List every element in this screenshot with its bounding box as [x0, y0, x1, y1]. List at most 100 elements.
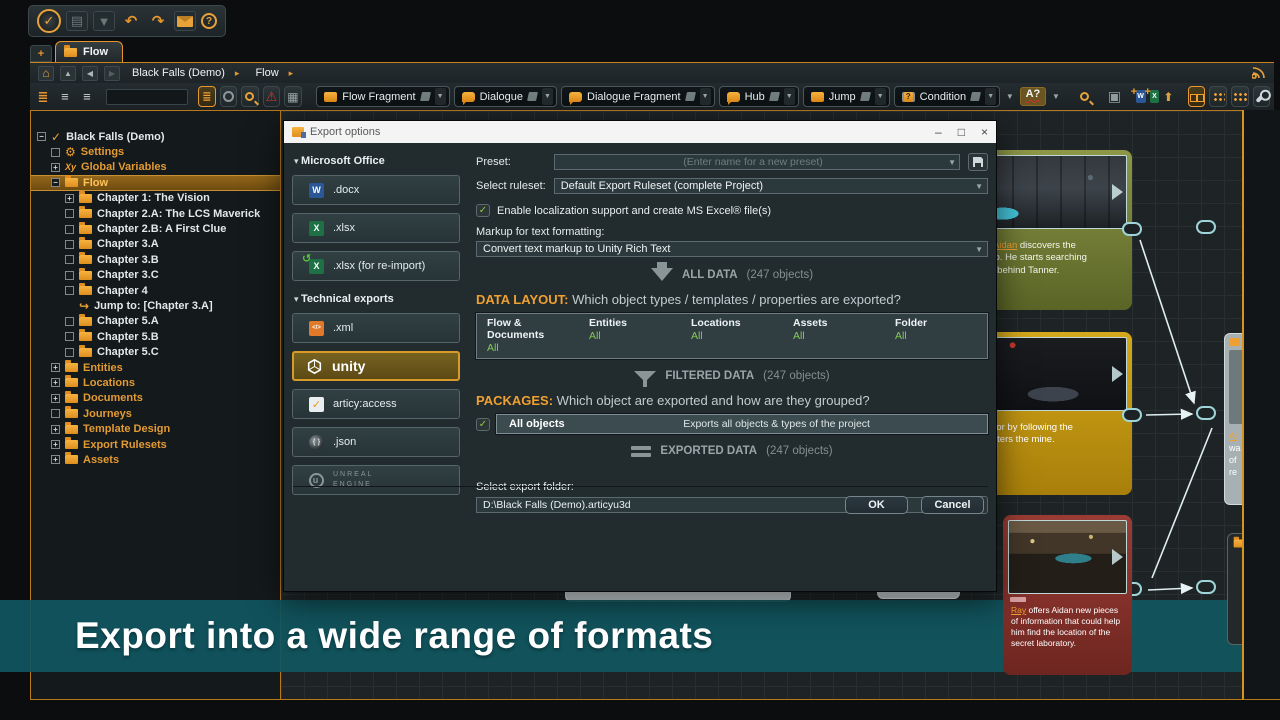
back-button[interactable]: ◀ — [82, 66, 98, 81]
create-condition-button[interactable]: Condition ▼ — [894, 86, 1000, 107]
tree-item-chapter[interactable]: Chapter 3.C — [31, 268, 280, 283]
save-button[interactable]: ▼ — [93, 11, 115, 31]
expander[interactable] — [65, 255, 74, 264]
entity-link[interactable]: Ray — [1011, 605, 1026, 615]
create-dialogue-button[interactable]: Dialogue ▼ — [454, 86, 557, 107]
chevron-down-icon[interactable]: ▼ — [435, 88, 446, 105]
input-pin[interactable] — [1196, 580, 1216, 594]
toolbar-filter-field[interactable] — [106, 89, 188, 105]
checkbox-checked-icon[interactable]: ✓ — [476, 204, 490, 217]
minimize-button[interactable]: – — [935, 125, 942, 139]
tree-item-locations[interactable]: + Locations — [31, 375, 280, 390]
expander[interactable] — [51, 409, 60, 418]
expander[interactable]: + — [51, 163, 60, 172]
tree-item-entities[interactable]: + Entities — [31, 360, 280, 375]
expander[interactable] — [65, 286, 74, 295]
redo-button[interactable]: ↷ — [147, 11, 169, 31]
forward-button[interactable]: ▶ — [104, 66, 120, 81]
upload-icon[interactable]: ⬆ — [1163, 90, 1173, 104]
tree-item-chapter[interactable]: Chapter 5.B — [31, 329, 280, 344]
tree-item-chapter[interactable]: Chapter 5.A — [31, 314, 280, 329]
tree-item-project[interactable]: − ✓ Black Falls (Demo) — [31, 129, 280, 144]
format-unity-button[interactable]: unity — [292, 351, 460, 381]
expander[interactable]: + — [51, 440, 60, 449]
expander[interactable]: + — [51, 455, 60, 464]
tree-item-chapter[interactable]: Chapter 3.B — [31, 252, 280, 267]
undo-button[interactable]: ↶ — [120, 11, 142, 31]
tools-button[interactable] — [1253, 86, 1271, 107]
connections-view-button[interactable] — [1188, 86, 1206, 107]
feed-icon[interactable] — [1252, 67, 1266, 79]
tree-item-chapter[interactable]: Chapter 5.C — [31, 344, 280, 359]
maximize-button[interactable]: □ — [958, 125, 965, 139]
layout-column[interactable]: Folder All — [885, 317, 987, 354]
tree-item-chapter[interactable]: + Chapter 1: The Vision — [31, 191, 280, 206]
markup-select[interactable]: Convert text markup to Unity Rich Text ▼ — [476, 241, 988, 257]
breadcrumb-separator-icon[interactable]: ▸ — [235, 68, 240, 79]
chevron-down-icon[interactable]: ▼ — [542, 88, 553, 105]
chevron-down-icon[interactable]: ▼ — [700, 88, 711, 105]
expander[interactable]: + — [51, 363, 60, 372]
expander[interactable]: + — [65, 194, 74, 203]
tab-flow[interactable]: Flow — [55, 41, 123, 62]
home-button[interactable]: ⌂ — [38, 66, 54, 81]
grid-small-button[interactable] — [1209, 86, 1227, 107]
expander[interactable] — [65, 317, 74, 326]
output-pin[interactable] — [1122, 222, 1142, 236]
format-json-button[interactable]: { } .json — [292, 427, 460, 457]
flow-node-red[interactable]: Ray offers Aidan new pieces of informati… — [1003, 515, 1132, 675]
expander[interactable] — [65, 348, 74, 357]
localization-option[interactable]: ✓ Enable localization support and create… — [476, 204, 988, 217]
breadcrumb-section[interactable]: Flow — [255, 67, 278, 79]
chevron-down-icon[interactable]: ▼ — [875, 88, 886, 105]
chevron-down-icon[interactable]: ▼ — [784, 88, 795, 105]
expander[interactable]: − — [51, 178, 60, 187]
package-row-all-objects[interactable]: All objects Exports all objects & types … — [496, 414, 988, 434]
close-button[interactable]: × — [981, 125, 988, 139]
tree-item-chapter[interactable]: Chapter 2.A: The LCS Maverick — [31, 206, 280, 221]
format-docx-button[interactable]: W .docx — [292, 175, 460, 205]
save-preset-button[interactable] — [968, 153, 988, 171]
expander[interactable] — [65, 225, 74, 234]
output-pin[interactable] — [1122, 408, 1142, 422]
expander[interactable] — [65, 271, 74, 280]
preset-input[interactable] — [555, 155, 959, 169]
format-xlsx-button[interactable]: X .xlsx — [292, 213, 460, 243]
expand-all-icon[interactable]: ≡ — [78, 89, 96, 104]
breadcrumb-project[interactable]: Black Falls (Demo) — [132, 67, 225, 79]
add-tab-button[interactable]: + — [30, 45, 52, 62]
grid-large-button[interactable] — [1231, 86, 1249, 107]
spellcheck-button[interactable]: A? — [1020, 87, 1047, 106]
warnings-button[interactable]: ⚠ — [263, 86, 281, 107]
tree-item-chapter[interactable]: Chapter 2.B: A First Clue — [31, 221, 280, 236]
tree-item-journeys[interactable]: Journeys — [31, 406, 280, 421]
search-button[interactable] — [241, 86, 259, 107]
expander[interactable] — [51, 148, 60, 157]
chevron-down-icon[interactable]: ▼ — [1050, 92, 1061, 101]
layout-column[interactable]: Locations All — [681, 317, 783, 354]
chevron-down-icon[interactable]: ▼ — [985, 88, 996, 105]
data-layout-table[interactable]: Flow & Documents All Entities All Locati… — [476, 313, 988, 359]
breadcrumb-separator-icon[interactable]: ▸ — [289, 68, 294, 79]
expander[interactable]: + — [51, 378, 60, 387]
expander[interactable] — [65, 209, 74, 218]
create-hub-button[interactable]: Hub ▼ — [719, 86, 799, 107]
chevron-down-icon[interactable]: ▼ — [948, 158, 956, 167]
create-jump-button[interactable]: Jump ▼ — [803, 86, 890, 107]
input-pin[interactable] — [1196, 406, 1216, 420]
expander[interactable] — [65, 240, 74, 249]
mail-button[interactable] — [174, 11, 196, 31]
format-articy-access-button[interactable]: ✓ articy:access — [292, 389, 460, 419]
input-pin[interactable] — [1196, 220, 1216, 234]
cancel-button[interactable]: Cancel — [921, 496, 984, 514]
flow-view-button[interactable]: ≣ — [198, 86, 216, 107]
layout-column[interactable]: Flow & Documents All — [477, 317, 579, 354]
expander[interactable] — [65, 332, 74, 341]
tree-item-jump[interactable]: ↪ Jump to: [Chapter 3.A] — [31, 298, 280, 313]
preset-field[interactable]: ▼ — [554, 154, 960, 170]
checkbox-checked-icon[interactable]: ✓ — [476, 418, 490, 431]
format-xlsx-reimport-button[interactable]: X .xlsx (for re-import) — [292, 251, 460, 281]
chevron-down-icon[interactable]: ▼ — [1004, 92, 1015, 101]
expander[interactable]: + — [51, 425, 60, 434]
tree-item-chapter[interactable]: Chapter 3.A — [31, 237, 280, 252]
